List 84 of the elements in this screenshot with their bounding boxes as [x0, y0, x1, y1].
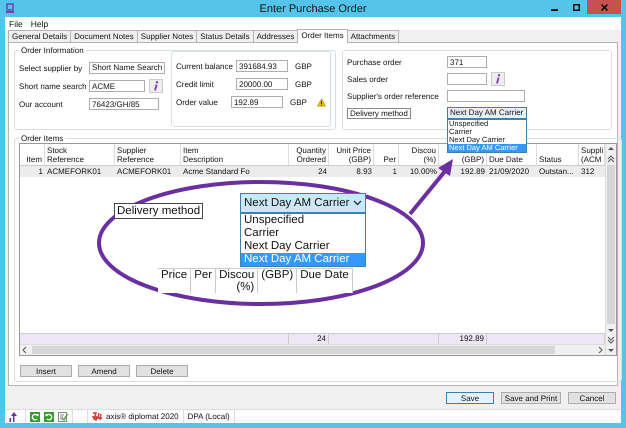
scroll-bottom-icon[interactable] — [606, 335, 616, 345]
magnified-option: Next Day Carrier — [241, 240, 365, 253]
magnified-label: Delivery method — [114, 203, 204, 219]
close-button[interactable] — [587, 0, 621, 14]
table-cell-text: 1 — [392, 166, 398, 177]
field-label: Sales order — [347, 74, 389, 84]
magnified-option: Unspecified — [241, 214, 365, 227]
tab[interactable]: Attachments — [346, 30, 400, 42]
close-icon — [600, 4, 608, 10]
delivery-select[interactable]: Next Day AM Carrier — [447, 107, 527, 119]
info-icon — [495, 74, 501, 84]
tab[interactable]: Document Notes — [70, 30, 138, 42]
caret-icon — [353, 200, 362, 206]
group-title: Order Information — [20, 46, 85, 55]
magnified-column-header: Price — [158, 269, 192, 293]
magnified-column-header: Per — [191, 269, 216, 293]
input-field[interactable] — [447, 73, 487, 85]
footer-button[interactable]: Save and Print — [501, 392, 561, 404]
tab[interactable]: Order Items — [297, 29, 348, 43]
table-cell-text: 24 — [317, 166, 328, 177]
field-label: Select supplier by — [19, 64, 84, 72]
product-logo-icon — [92, 412, 103, 421]
table-cell-text: 10.00% — [408, 166, 438, 177]
magnified-column-header: (GBP) — [258, 269, 298, 293]
input-field[interactable]: 192.89 — [230, 96, 283, 108]
input-field[interactable]: 371 — [447, 56, 487, 68]
field-label: Order value — [176, 98, 219, 106]
supplier-select[interactable]: Short Name Search — [89, 62, 165, 74]
group-title: Order Items — [20, 134, 64, 143]
tab[interactable]: General Details — [8, 30, 72, 42]
input-field[interactable]: 391684.93 — [236, 60, 288, 72]
table-cell-text: 192.89 — [460, 166, 486, 177]
table-cell-text: Acme Standard Fo — [182, 166, 251, 177]
unit-label: GBP — [290, 98, 307, 106]
magnified-option: Next Day AM Carrier — [241, 253, 365, 266]
field-label: Current balance — [176, 62, 232, 70]
field-label: Our account — [19, 100, 64, 108]
input-field[interactable] — [447, 90, 525, 102]
horizontal-scrollbar[interactable] — [20, 344, 605, 355]
table-cell-text: 1 — [38, 166, 44, 177]
product-name: axis® diplomat 2020 — [106, 412, 179, 421]
field-label: Short name search — [19, 82, 85, 90]
info-button[interactable] — [491, 72, 505, 86]
input-field[interactable]: 20000.00 — [236, 78, 288, 90]
field-label: Delivery method — [347, 108, 411, 118]
input-field[interactable]: 76423/GH/85 — [89, 98, 159, 110]
unit-label: GBP — [295, 80, 312, 88]
scroll-top-icon[interactable] — [606, 154, 616, 164]
table-cell-text: Outstan... — [538, 166, 575, 177]
field-label: Credit limit — [176, 80, 215, 88]
action-button[interactable]: Delete — [136, 365, 188, 377]
footer-button[interactable]: Cancel — [568, 392, 616, 404]
magnified-option: Carrier — [241, 227, 365, 240]
info-icon — [153, 81, 159, 91]
checklist-icon[interactable] — [58, 412, 68, 422]
table-cell-text: 8.93 — [355, 166, 373, 177]
menu-item[interactable]: Help — [26, 18, 52, 28]
unit-label: GBP — [295, 62, 312, 70]
vertical-scrollbar[interactable] — [605, 144, 616, 355]
menu-item[interactable]: File — [5, 18, 27, 28]
table-cell-text: ACMEFORK01 — [116, 166, 172, 177]
field-label: Supplier's order reference — [347, 92, 440, 100]
tab[interactable]: Addresses — [252, 30, 298, 42]
tab[interactable]: Status Details — [196, 30, 254, 42]
app-icon — [5, 3, 15, 14]
database-name: DPA (Local) — [188, 412, 230, 421]
table-cell-text: ACMEFORK01 — [46, 166, 102, 177]
maximize-icon — [572, 4, 580, 10]
upload-icon — [9, 412, 18, 422]
window-title: Enter Purchase Order — [258, 2, 368, 14]
table-cell-text: 312 — [580, 166, 596, 177]
action-button[interactable]: Insert — [20, 365, 72, 377]
magnified-column-header: Discou (%) — [216, 269, 258, 293]
warning-icon — [316, 98, 326, 106]
table-cell-text: 21/09/2020 — [488, 166, 530, 177]
input-field[interactable]: ACME — [89, 80, 145, 92]
footer-button[interactable]: Save — [446, 392, 494, 404]
refresh-icon[interactable] — [30, 412, 40, 422]
info-button[interactable] — [149, 79, 163, 93]
tab[interactable]: Supplier Notes — [136, 30, 198, 42]
refresh-icon[interactable] — [44, 412, 54, 422]
action-button[interactable]: Amend — [78, 365, 130, 377]
magnified-column-header: Due Date — [297, 269, 353, 293]
field-label: Purchase order — [347, 58, 403, 66]
